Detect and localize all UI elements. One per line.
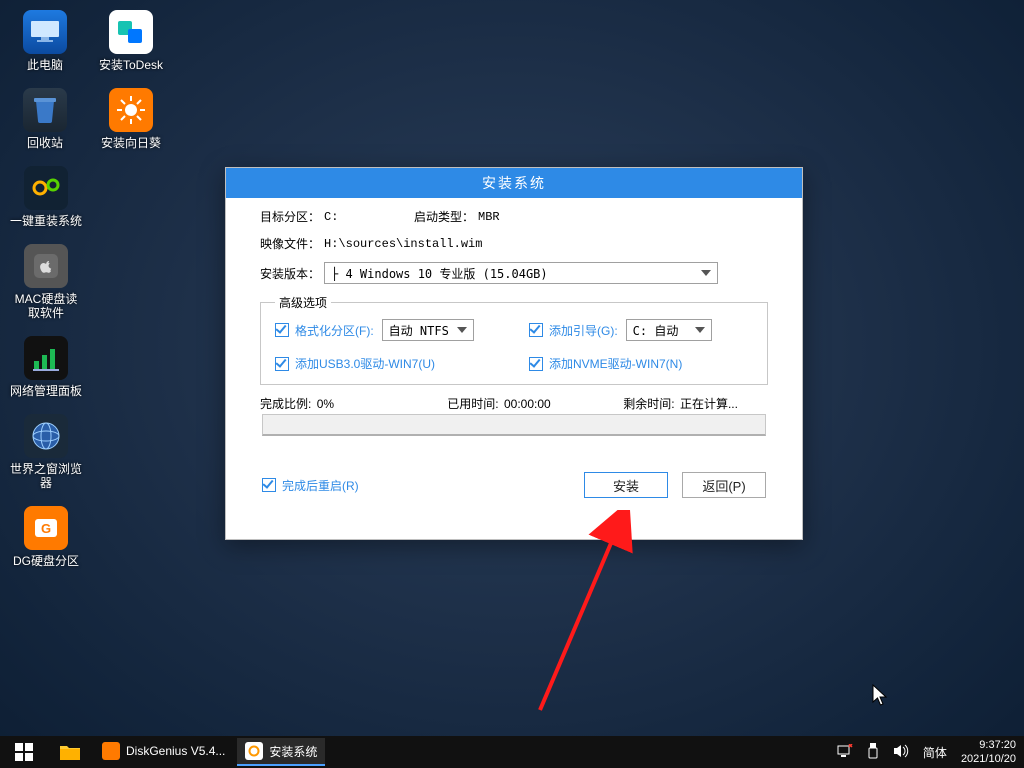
- image-file-label: 映像文件：: [260, 235, 320, 252]
- tray-usb-icon[interactable]: [867, 743, 879, 762]
- installer-icon: [245, 742, 263, 760]
- install-version-label: 安装版本：: [260, 265, 320, 282]
- checkbox-icon: [529, 357, 543, 371]
- chevron-down-icon: [457, 327, 467, 333]
- add-boot-label: 添加引导(G):: [549, 322, 618, 339]
- checkbox-icon: [275, 323, 289, 337]
- advanced-options-group: 高级选项 格式化分区(F): 自动 NTFS: [260, 294, 768, 385]
- dialog-titlebar[interactable]: 安装系统: [226, 168, 802, 198]
- trash-icon: [23, 88, 67, 132]
- tray-date: 2021/10/20: [961, 752, 1016, 766]
- desktop-icon-label: 一键重装系统: [10, 214, 82, 228]
- usb3-driver-label: 添加USB3.0驱动-WIN7(U): [295, 355, 435, 372]
- format-fs-select[interactable]: 自动 NTFS: [382, 319, 474, 341]
- format-fs-value: 自动 NTFS: [389, 322, 449, 339]
- globe-icon: [24, 414, 68, 458]
- progress-pct-label: 完成比例:: [260, 397, 311, 411]
- remaining-value: 正在计算...: [680, 397, 738, 411]
- remaining-label: 剩余时间:: [623, 397, 674, 411]
- install-os-dialog: 安装系统 目标分区： C: 启动类型： MBR 映像文件： H:\sources…: [225, 167, 803, 540]
- system-tray: 简体 9:37:20 2021/10/20: [837, 738, 1024, 766]
- desktop-icon-label: 安装向日葵: [101, 136, 161, 150]
- desktop-icon-label: 世界之窗浏览器: [10, 462, 82, 490]
- tray-clock[interactable]: 9:37:20 2021/10/20: [961, 738, 1016, 766]
- desktop-icon-diskgenius[interactable]: G DG硬盘分区: [8, 504, 84, 570]
- install-version-value: ├ 4 Windows 10 专业版 (15.04GB): [331, 265, 548, 282]
- taskbar: DiskGenius V5.4... 安装系统 简体 9:37:20 2021/…: [0, 736, 1024, 768]
- windows-logo-icon: [15, 743, 33, 761]
- monitor-icon: [23, 10, 67, 54]
- tray-ime-indicator[interactable]: 简体: [923, 744, 947, 761]
- desktop-icon-theworld-browser[interactable]: 世界之窗浏览器: [8, 412, 84, 492]
- gears-icon: [24, 166, 68, 210]
- install-button[interactable]: 安装: [584, 472, 668, 498]
- desktop-icon-reinstall-os[interactable]: 一键重装系统: [8, 164, 84, 230]
- back-button[interactable]: 返回(P): [682, 472, 766, 498]
- restart-after-checkbox[interactable]: 完成后重启(R): [262, 477, 359, 494]
- checkbox-icon: [262, 478, 276, 492]
- nvme-driver-label: 添加NVME驱动-WIN7(N): [549, 355, 682, 372]
- desktop-icon-mac-disk-reader[interactable]: MAC硬盘读取软件: [8, 242, 84, 322]
- desktop: 此电脑 安装ToDesk 回收站 安装向日葵: [0, 0, 1024, 768]
- diskgenius-icon: G: [24, 506, 68, 550]
- checkbox-icon: [529, 323, 543, 337]
- elapsed-value: 00:00:00: [504, 397, 551, 411]
- diskgenius-icon: [102, 742, 120, 760]
- start-button[interactable]: [0, 736, 48, 768]
- progress-bar: [262, 414, 766, 436]
- elapsed-label: 已用时间:: [447, 397, 498, 411]
- image-file-value: H:\sources\install.wim: [324, 237, 482, 251]
- taskbar-item-label: 安装系统: [269, 743, 317, 760]
- desktop-icon-sunlogin[interactable]: 安装向日葵: [94, 86, 168, 152]
- add-boot-checkbox[interactable]: 添加引导(G):: [529, 322, 618, 339]
- chevron-down-icon: [695, 327, 705, 333]
- desktop-icon-label: DG硬盘分区: [13, 554, 79, 568]
- tray-network-icon[interactable]: [837, 744, 853, 761]
- apple-drive-icon: [24, 244, 68, 288]
- desktop-icon-this-pc[interactable]: 此电脑: [8, 8, 82, 74]
- desktop-icon-recycle-bin[interactable]: 回收站: [8, 86, 82, 152]
- nvme-driver-checkbox[interactable]: 添加NVME驱动-WIN7(N): [529, 355, 753, 372]
- add-boot-value: C: 自动: [633, 322, 679, 339]
- desktop-icon-label: 网络管理面板: [10, 384, 82, 398]
- checkbox-icon: [275, 357, 289, 371]
- desktop-icon-label: 回收站: [27, 136, 63, 150]
- restart-after-label: 完成后重启(R): [282, 477, 359, 494]
- chevron-down-icon: [701, 270, 711, 276]
- tray-time: 9:37:20: [961, 738, 1016, 752]
- taskbar-pinned-explorer[interactable]: [48, 736, 92, 768]
- desktop-icon-label: MAC硬盘读取软件: [10, 292, 82, 320]
- format-partition-checkbox[interactable]: 格式化分区(F):: [275, 322, 374, 339]
- boot-type-label: 启动类型：: [414, 208, 474, 225]
- dialog-title: 安装系统: [482, 173, 546, 193]
- boot-type-value: MBR: [478, 210, 500, 224]
- desktop-icons: 此电脑 安装ToDesk 回收站 安装向日葵: [8, 8, 168, 570]
- svg-text:G: G: [41, 521, 51, 536]
- network-bars-icon: [24, 336, 68, 380]
- advanced-legend: 高级选项: [275, 294, 331, 311]
- add-boot-select[interactable]: C: 自动: [626, 319, 712, 341]
- desktop-icon-label: 此电脑: [27, 58, 63, 72]
- target-partition-value: C:: [324, 210, 414, 224]
- desktop-icon-todesk[interactable]: 安装ToDesk: [94, 8, 168, 74]
- target-partition-label: 目标分区：: [260, 208, 320, 225]
- tray-volume-icon[interactable]: [893, 744, 909, 761]
- progress-pct-value: 0%: [317, 397, 334, 411]
- desktop-icon-network-panel[interactable]: 网络管理面板: [8, 334, 84, 400]
- taskbar-item-diskgenius[interactable]: DiskGenius V5.4...: [94, 738, 233, 766]
- taskbar-item-install-os[interactable]: 安装系统: [237, 738, 325, 766]
- folder-icon: [59, 743, 81, 761]
- install-version-select[interactable]: ├ 4 Windows 10 专业版 (15.04GB): [324, 262, 718, 284]
- annotation-arrow: [530, 510, 650, 720]
- format-partition-label: 格式化分区(F):: [295, 322, 374, 339]
- taskbar-item-label: DiskGenius V5.4...: [126, 744, 225, 758]
- sunflower-icon: [109, 88, 153, 132]
- desktop-icon-label: 安装ToDesk: [99, 58, 163, 72]
- mouse-cursor-icon: [872, 684, 890, 708]
- usb3-driver-checkbox[interactable]: 添加USB3.0驱动-WIN7(U): [275, 355, 499, 372]
- todesk-icon: [109, 10, 153, 54]
